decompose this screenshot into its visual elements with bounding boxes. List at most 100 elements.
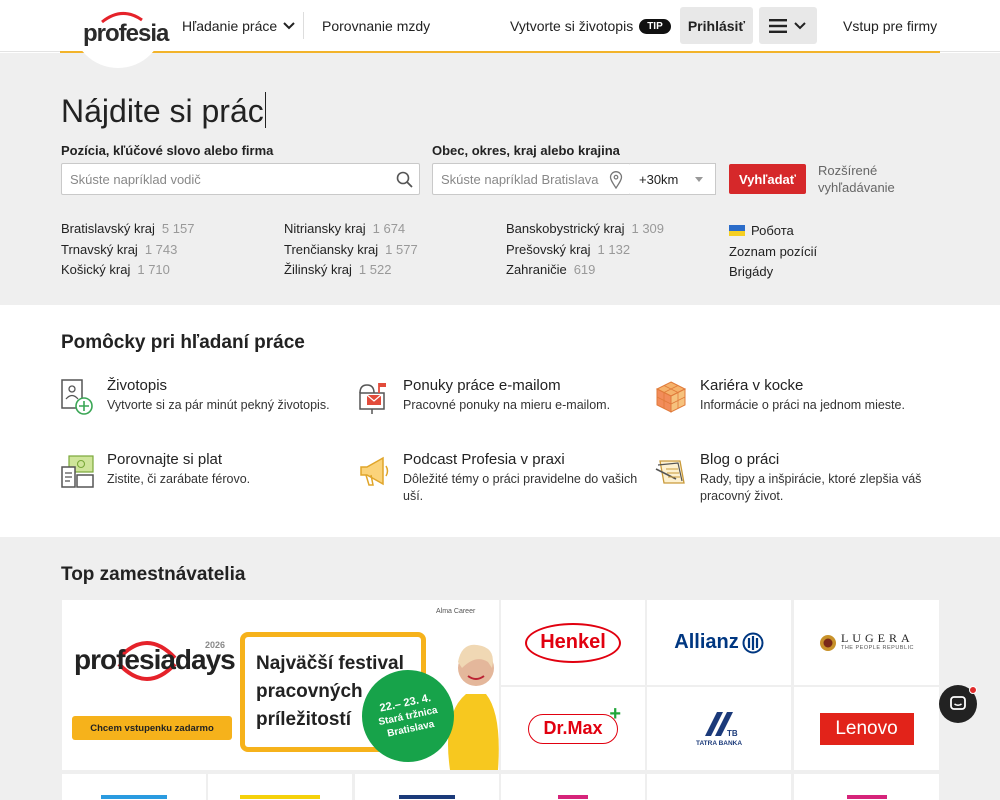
tool-title: Životopis <box>107 377 168 394</box>
positions-list-link[interactable]: Zoznam pozícií <box>729 242 817 263</box>
menu-button[interactable] <box>759 7 817 44</box>
employer-logo-partial <box>101 795 167 799</box>
employer-tile-henkel[interactable]: Henkel <box>501 600 645 685</box>
employer-tile[interactable] <box>794 774 939 800</box>
employer-tile-lugera[interactable]: LUGERA THE PEOPLE REPUBLIC <box>794 600 939 685</box>
tatra-banka-logo: TATRA BANKA <box>695 740 743 747</box>
employer-tile-lenovo[interactable]: Lenovo <box>794 687 939 770</box>
drmax-logo: Dr.Max + <box>528 703 621 744</box>
page-title: Nájdite si prác <box>61 92 266 129</box>
employer-tile[interactable] <box>647 774 791 800</box>
extra-links: Робота Zoznam pozícií Brigády <box>729 221 817 283</box>
location-pin-icon[interactable] <box>609 171 623 189</box>
hamburger-icon <box>769 18 787 33</box>
lugera-logo-text: LUGERA THE PEOPLE REPUBLIC <box>840 630 915 651</box>
tool-title: Blog o práci <box>700 451 780 468</box>
location-field[interactable] <box>432 163 631 195</box>
allianz-eagle-icon <box>742 632 764 653</box>
region-link[interactable]: Žilinský kraj 1 522 <box>284 260 418 281</box>
tip-badge: TIP <box>639 18 671 34</box>
region-link[interactable]: Banskobystrický kraj 1 309 <box>506 219 664 240</box>
employer-tile[interactable] <box>208 774 352 800</box>
nav-create-cv[interactable]: Vytvorte si životopis TIP <box>510 0 671 52</box>
search-icon[interactable] <box>396 171 414 189</box>
notification-dot <box>969 686 977 694</box>
chat-button[interactable] <box>939 685 977 723</box>
tools-heading: Pomôcky pri hľadaní práce <box>61 332 305 353</box>
position-input[interactable] <box>62 164 419 194</box>
tool-description: Informácie o práci na jednom mieste. <box>700 398 905 412</box>
employer-tile-tatra-banka[interactable]: TB TATRA BANKA <box>647 687 791 770</box>
employers-heading: Top zamestnávatelia <box>61 564 246 585</box>
tool-title: Podcast Profesia v praxi <box>403 451 565 468</box>
tool-title: Porovnajte si plat <box>107 451 223 468</box>
location-input[interactable] <box>433 164 630 194</box>
tatra-mark-label: TB <box>727 729 738 738</box>
location-label: Obec, okres, kraj alebo krajina <box>432 143 620 158</box>
employer-tile[interactable] <box>62 774 206 800</box>
ukraine-flag-icon <box>729 225 745 236</box>
tool-description: Vytvorte si za pár minút pekný životopis… <box>107 398 330 412</box>
region-link[interactable]: Nitriansky kraj 1 674 <box>284 219 418 240</box>
profesia-logo[interactable]: profesia <box>83 20 169 48</box>
profesiadays-banner[interactable]: profesiadays 2026 Chcem vstupenku zadarm… <box>62 600 499 770</box>
employer-logo-partial <box>240 795 320 799</box>
tool-description: Rady, tipy a inšpirácie, ktoré zlepšia v… <box>700 472 922 503</box>
chevron-down-icon <box>283 22 295 30</box>
tatra-banka-mark-icon: TB <box>705 712 738 738</box>
drmax-plus-icon: + <box>609 702 621 725</box>
nav-companies-label: Vstup pre firmy <box>843 18 938 34</box>
radius-select[interactable]: +30km <box>630 163 716 195</box>
employer-tile[interactable] <box>355 774 499 800</box>
region-link[interactable]: Prešovský kraj 1 132 <box>506 240 664 261</box>
ticket-button[interactable]: Chcem vstupenku zadarmo <box>72 716 232 740</box>
text-caret <box>264 92 266 128</box>
lugera-lion-icon <box>819 634 836 651</box>
tool-description: Zistite, či zarábate férovo. <box>107 472 251 486</box>
nav-job-search-label: Hľadanie práce <box>182 18 278 34</box>
employer-logo-partial <box>558 795 588 799</box>
tool-title: Kariéra v kocke <box>700 377 804 394</box>
cv-icon <box>61 379 93 415</box>
region-link[interactable]: Bratislavský kraj 5 157 <box>61 219 194 240</box>
nav-salary-label: Porovnanie mzdy <box>322 18 431 34</box>
advanced-search-link[interactable]: Rozšírené vyhľadávanie <box>818 162 908 196</box>
brigady-link[interactable]: Brigády <box>729 262 817 283</box>
region-link[interactable]: Trnavský kraj 1 743 <box>61 240 194 261</box>
employer-tile-drmax[interactable]: Dr.Max + <box>501 687 645 770</box>
region-column: Banskobystrický kraj 1 309 Prešovský kraj… <box>506 219 664 281</box>
lenovo-logo: Lenovo <box>819 712 914 745</box>
mailbox-icon <box>359 383 386 414</box>
chat-icon <box>950 696 966 710</box>
region-column: Nitriansky kraj 1 674 Trenčiansky kraj 1 5… <box>284 219 418 281</box>
allianz-logo: Allianz <box>674 631 739 653</box>
nav-cv-label: Vytvorte si životopis <box>510 18 634 34</box>
blog-icon <box>655 460 685 484</box>
henkel-logo: Henkel <box>525 622 621 663</box>
banner-year: 2026 <box>205 640 226 650</box>
powered-by-label: Alma Career <box>436 608 476 615</box>
tool-title: Ponuky práce e-mailom <box>403 377 561 394</box>
cube-icon <box>655 381 687 413</box>
nav-job-search[interactable]: Hľadanie práce <box>182 0 296 52</box>
employer-tile[interactable] <box>501 774 645 800</box>
position-field[interactable] <box>61 163 420 195</box>
tool-description: Pracovné ponuky na mieru e-mailom. <box>403 398 611 412</box>
megaphone-icon <box>360 456 389 486</box>
nav-salary-compare[interactable]: Porovnanie mzdy <box>322 0 430 52</box>
login-button[interactable]: Prihlásiť <box>680 7 753 44</box>
radius-value: +30km <box>639 171 679 187</box>
position-label: Pozícia, kľúčové slovo alebo firma <box>61 143 274 158</box>
tool-description: Dôležité témy o práci pravidelne do vaši… <box>403 472 638 503</box>
search-button[interactable]: Vyhľadať <box>729 164 806 194</box>
nav-companies[interactable]: Vstup pre firmy <box>843 0 937 52</box>
region-link[interactable]: Zahraničie 619 <box>506 260 664 281</box>
nav-divider <box>303 12 304 39</box>
region-link[interactable]: Košický kraj 1 710 <box>61 260 194 281</box>
region-link[interactable]: Trenčiansky kraj 1 577 <box>284 240 418 261</box>
ukraine-jobs-link[interactable]: Робота <box>729 221 817 242</box>
employer-logo-partial <box>399 795 455 799</box>
employer-tile-allianz[interactable]: Allianz <box>647 600 791 685</box>
region-column: Bratislavský kraj 5 157 Trnavský kraj 1 74… <box>61 219 194 281</box>
salary-icon <box>61 455 94 488</box>
